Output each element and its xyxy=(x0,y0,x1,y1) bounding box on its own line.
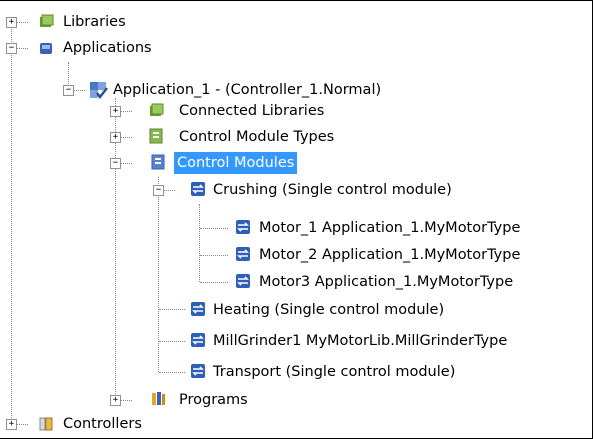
tree-item-control-modules[interactable]: Control Modules xyxy=(174,152,298,174)
tree-branch xyxy=(200,255,228,256)
expand-toggle-connected-libraries[interactable]: + xyxy=(110,106,121,117)
control-module-icon xyxy=(190,332,206,348)
tree-branch xyxy=(120,137,132,138)
expand-toggle-libraries[interactable]: + xyxy=(6,17,17,28)
tree-branch xyxy=(73,90,85,91)
tree-branch xyxy=(120,400,132,401)
application-check-icon xyxy=(88,80,108,100)
tree-branch xyxy=(16,48,28,49)
tree-item-heating[interactable]: Heating (Single control module) xyxy=(210,299,447,321)
tree-item-controllers[interactable]: Controllers xyxy=(60,413,145,435)
control-module-icon xyxy=(190,181,206,197)
expand-toggle-programs[interactable]: + xyxy=(110,395,121,406)
tree-branch xyxy=(120,111,132,112)
applications-icon xyxy=(38,40,54,56)
tree-line-application1 xyxy=(115,98,116,400)
tree-line-crushing xyxy=(199,204,200,282)
tree-branch xyxy=(16,424,28,425)
control-module-icon xyxy=(190,363,206,379)
programs-icon xyxy=(150,391,166,407)
controllers-icon xyxy=(38,416,54,432)
collapse-toggle-crushing[interactable]: − xyxy=(153,185,164,196)
tree-branch xyxy=(16,22,28,23)
library-icon xyxy=(38,13,54,29)
tree-item-programs[interactable]: Programs xyxy=(176,389,251,411)
control-module-icon xyxy=(235,246,251,262)
tree-item-millgrinder1[interactable]: MillGrinder1 MyMotorLib.MillGrinderType xyxy=(210,330,510,352)
tree-branch xyxy=(159,309,185,310)
expand-toggle-control-module-types[interactable]: + xyxy=(110,132,121,143)
collapse-toggle-control-modules[interactable]: − xyxy=(110,158,121,169)
tree-item-applications[interactable]: Applications xyxy=(60,37,155,59)
expand-toggle-controllers[interactable]: + xyxy=(6,419,17,430)
tree-branch xyxy=(200,228,228,229)
collapse-toggle-applications[interactable]: − xyxy=(6,43,17,54)
control-module-icon xyxy=(190,301,206,317)
control-module-icon xyxy=(235,219,251,235)
collapse-toggle-application-1[interactable]: − xyxy=(63,85,74,96)
tree-item-crushing[interactable]: Crushing (Single control module) xyxy=(210,179,455,201)
tree-item-motor3[interactable]: Motor3 Application_1.MyMotorType xyxy=(256,271,516,293)
control-module-types-icon xyxy=(148,128,164,144)
tree-branch xyxy=(163,190,175,191)
tree-item-transport[interactable]: Transport (Single control module) xyxy=(210,361,458,383)
tree-item-libraries[interactable]: Libraries xyxy=(60,11,129,33)
tree-branch xyxy=(120,163,132,164)
control-modules-icon xyxy=(150,154,166,170)
tree-line-control-modules xyxy=(158,177,159,372)
tree-branch xyxy=(159,372,185,373)
tree-item-connected-libraries[interactable]: Connected Libraries xyxy=(176,100,327,122)
tree-branch xyxy=(200,282,228,283)
tree-item-motor-2[interactable]: Motor_2 Application_1.MyMotorType xyxy=(256,244,523,266)
library-icon xyxy=(148,102,164,118)
tree-line-root xyxy=(11,22,12,424)
tree-item-control-module-types[interactable]: Control Module Types xyxy=(176,126,337,148)
control-module-icon xyxy=(235,273,251,289)
tree-branch xyxy=(159,341,185,342)
tree-item-application-1[interactable]: Application_1 - (Controller_1.Normal) xyxy=(110,79,384,101)
tree-item-motor-1[interactable]: Motor_1 Application_1.MyMotorType xyxy=(256,217,523,239)
